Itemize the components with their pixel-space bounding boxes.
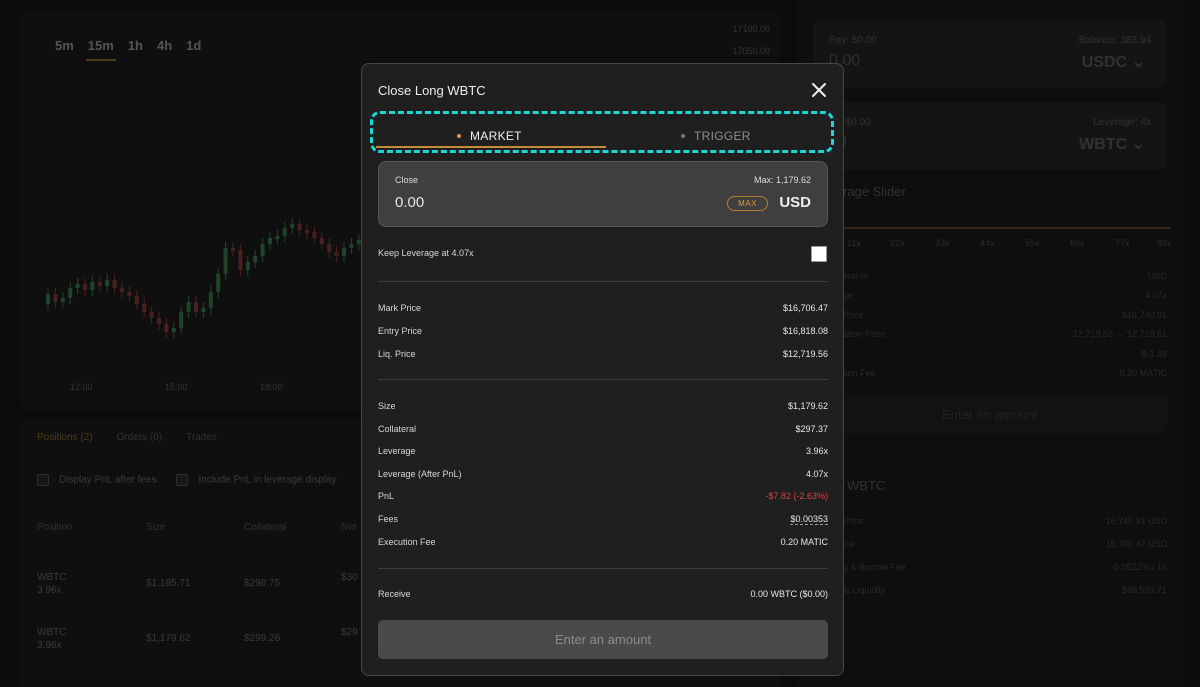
keep-leverage-checkbox[interactable] xyxy=(811,246,827,262)
detail-row: Size $1,179.62 xyxy=(378,401,828,411)
order-type-tabs: MARKET TRIGGER xyxy=(370,111,834,153)
keep-leverage-label: Keep Leverage at 4.07x xyxy=(378,248,474,258)
detail-row: Collateral $297.37 xyxy=(378,424,828,434)
detail-value: $16,818.08 xyxy=(782,326,828,336)
fees-value[interactable]: $0.00353 xyxy=(790,514,828,525)
detail-label: PnL xyxy=(378,491,395,501)
detail-row: PnL -$7.82 (-2.63%) xyxy=(378,491,828,501)
modal-title: Close Long WBTC xyxy=(378,83,486,98)
detail-label: Entry Price xyxy=(378,326,423,336)
currency-unit: USD xyxy=(779,194,811,211)
detail-value: $1,179.62 xyxy=(787,401,828,411)
enter-amount-button[interactable]: Enter an amount xyxy=(378,620,828,659)
detail-row: Execution Fee 0.20 MATIC xyxy=(378,537,828,547)
receive-label: Receive xyxy=(378,589,411,599)
detail-row: Leverage 3.96x xyxy=(378,446,828,456)
max-amount-label: Max: 1,179.62 xyxy=(753,175,811,185)
detail-label: Leverage xyxy=(378,446,416,456)
detail-label: Liq. Price xyxy=(378,349,416,359)
receive-value: 0.00 WBTC ($0.00) xyxy=(750,589,828,599)
dot-icon xyxy=(457,133,461,138)
close-amount-box: Close Max: 1,179.62 MAX USD xyxy=(378,161,828,227)
close-amount-input[interactable] xyxy=(395,194,595,211)
tab-trigger[interactable]: TRIGGER xyxy=(681,129,751,143)
detail-row: Fees $0.00353 xyxy=(378,514,828,525)
detail-row: Entry Price $16,818.08 xyxy=(378,326,828,336)
dot-icon xyxy=(681,133,685,138)
detail-label: Collateral xyxy=(378,424,417,434)
active-tab-indicator xyxy=(376,146,606,148)
close-label: Close xyxy=(395,175,419,185)
detail-label: Leverage (After PnL) xyxy=(378,469,462,479)
detail-label: Execution Fee xyxy=(378,537,436,547)
detail-value: 0.20 MATIC xyxy=(780,537,828,547)
detail-row: Leverage (After PnL) 4.07x xyxy=(378,469,828,479)
divider xyxy=(378,568,828,569)
tab-market[interactable]: MARKET xyxy=(457,129,522,143)
detail-label: Fees xyxy=(378,514,399,524)
tab-market-label: MARKET xyxy=(470,129,522,143)
detail-value: 3.96x xyxy=(805,446,828,456)
pnl-value: -$7.82 (-2.63%) xyxy=(765,491,828,501)
detail-value: $12,719.56 xyxy=(782,349,828,359)
tab-trigger-label: TRIGGER xyxy=(694,129,751,143)
detail-value: 4.07x xyxy=(805,469,828,479)
close-icon[interactable] xyxy=(809,80,829,100)
detail-row: Mark Price $16,706.47 xyxy=(378,303,828,313)
receive-row: Receive 0.00 WBTC ($0.00) xyxy=(378,589,828,599)
detail-value: $16,706.47 xyxy=(782,303,828,313)
max-button[interactable]: MAX xyxy=(727,196,768,211)
detail-label: Size xyxy=(378,401,396,411)
detail-label: Mark Price xyxy=(378,303,422,313)
divider xyxy=(378,379,828,380)
detail-value: $297.37 xyxy=(795,424,828,434)
close-position-modal: Close Long WBTC MARKET TRIGGER Close Max… xyxy=(361,63,844,676)
detail-row: Liq. Price $12,719.56 xyxy=(378,349,828,359)
divider xyxy=(378,281,828,282)
